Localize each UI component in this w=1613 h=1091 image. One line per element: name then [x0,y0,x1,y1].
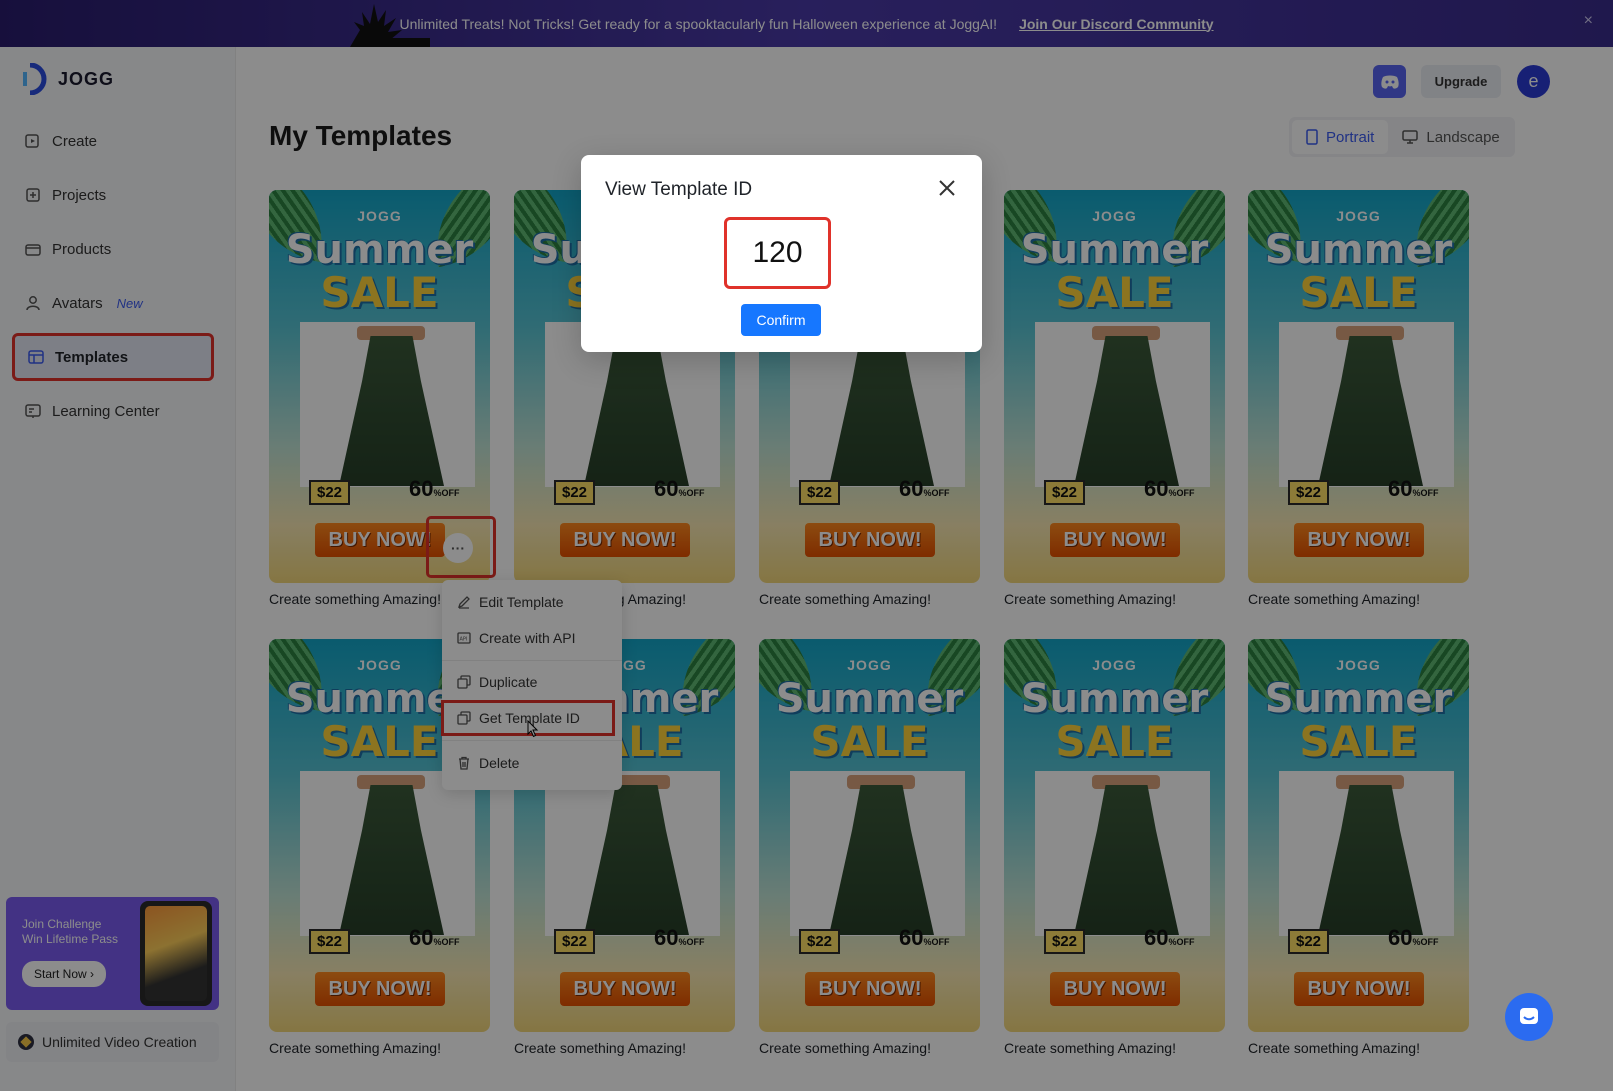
chat-support-button[interactable] [1505,993,1553,1041]
view-template-id-modal: View Template ID 120 Confirm [581,155,982,352]
modal-title: View Template ID [605,179,753,200]
confirm-button[interactable]: Confirm [741,304,821,336]
template-id-value: 120 [724,217,831,289]
close-icon[interactable] [936,177,958,199]
chat-icon [1520,1008,1538,1024]
